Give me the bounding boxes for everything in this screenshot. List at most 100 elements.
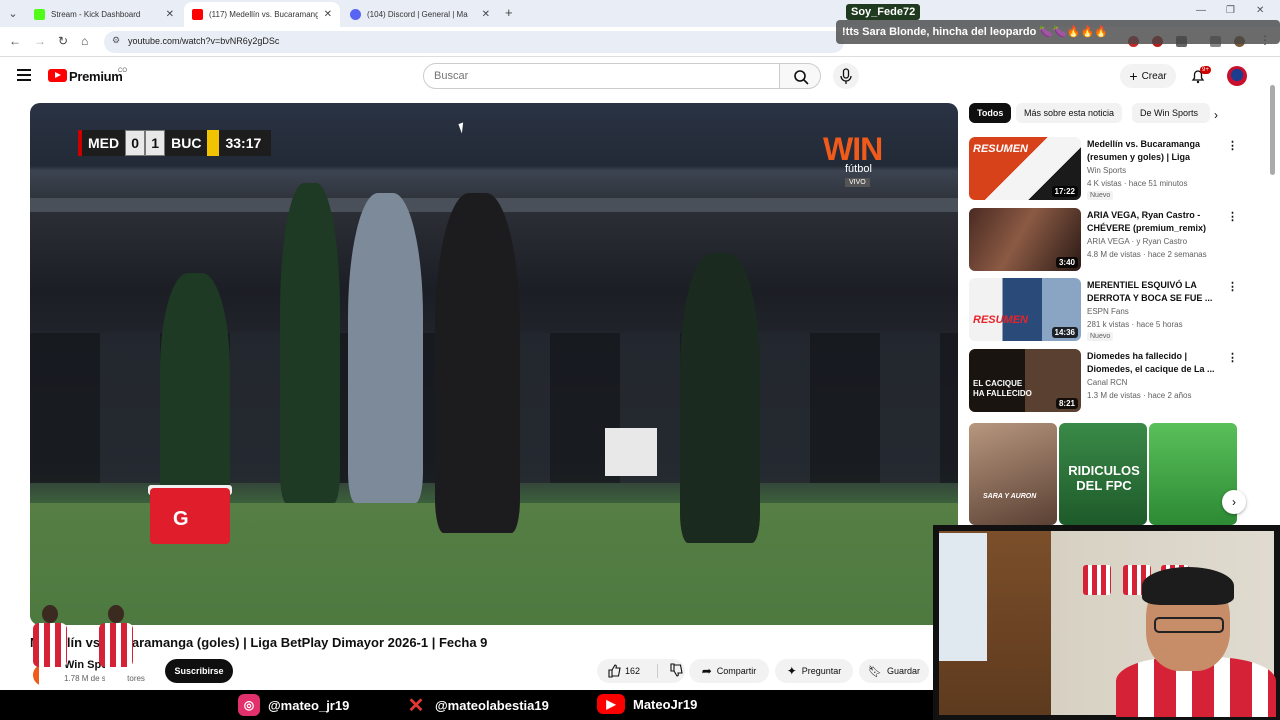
- account-avatar[interactable]: [1227, 66, 1247, 86]
- recommendation-item[interactable]: 3:40 ARIA VEGA, Ryan Castro - CHÉVERE (p…: [969, 208, 1259, 272]
- tab-discord[interactable]: (104) Discord | General | Ma ✕: [342, 2, 498, 27]
- match-clock: 33:17: [207, 130, 272, 156]
- recommendation-channel[interactable]: Canal RCN: [1087, 378, 1127, 387]
- staff-figure: [160, 273, 230, 518]
- create-button[interactable]: + Crear: [1120, 64, 1176, 88]
- player-figure: [31, 605, 69, 700]
- video-thumbnail[interactable]: 3:40: [969, 208, 1081, 271]
- reload-icon[interactable]: ↻: [58, 34, 68, 48]
- guide-menu-icon[interactable]: [17, 69, 31, 84]
- new-tab-icon[interactable]: +: [505, 5, 513, 20]
- recommendation-channel[interactable]: ARIA VEGA · y Ryan Castro: [1087, 237, 1187, 246]
- chevron-right-icon[interactable]: ›: [1214, 108, 1218, 122]
- close-tab-icon[interactable]: ✕: [324, 9, 332, 20]
- streamer-figure: [1116, 567, 1276, 717]
- new-badge: Nuevo: [1087, 191, 1114, 200]
- discord-favicon-icon: [350, 9, 361, 20]
- chip-todos[interactable]: Todos: [969, 103, 1012, 123]
- youtube-favicon-icon: [192, 9, 203, 20]
- tab-youtube-video[interactable]: (117) Medellín vs. Bucaramanga ✕: [184, 2, 340, 27]
- shorts-next-button[interactable]: ›: [1222, 490, 1246, 514]
- search-input[interactable]: [424, 64, 754, 88]
- divider: [657, 664, 659, 678]
- video-duration: 3:40: [1055, 257, 1078, 268]
- search-button[interactable]: [779, 63, 821, 89]
- youtube-logo-icon[interactable]: [48, 69, 67, 82]
- gatorade-cooler: [150, 488, 230, 544]
- tab-search-icon[interactable]: ⌄: [4, 5, 22, 23]
- thumbs-up-icon: [608, 664, 621, 678]
- recommendation-item[interactable]: EL CACIQUE HA FALLECIDO 8:21 Diomedes ha…: [969, 349, 1259, 413]
- short-thumbnail[interactable]: RIDICULOS DEL FPC: [1059, 423, 1147, 525]
- chat-message-overlay: !tts Sara Blonde, hincha del leopardo 🍆🍆…: [836, 20, 1280, 44]
- omnibox[interactable]: ⚙ youtube.com/watch?v=bvNR6y2gDSc: [104, 31, 844, 53]
- video-duration: 17:22: [1051, 186, 1078, 197]
- home-icon[interactable]: ⌂: [81, 34, 88, 48]
- recommendation-item[interactable]: RESUMEN 17:22 Medellín vs. Bucaramanga (…: [969, 137, 1259, 201]
- chip-mas-sobre-noticia[interactable]: Más sobre esta noticia: [1016, 103, 1123, 123]
- paper-sign: [605, 428, 657, 476]
- streamer-glasses: [1154, 617, 1224, 633]
- dislike-button[interactable]: [669, 663, 683, 679]
- close-tab-icon[interactable]: ✕: [166, 9, 174, 20]
- hanging-jersey: [1083, 565, 1111, 595]
- coach-figure: [435, 193, 520, 533]
- mouse-cursor-icon: [458, 122, 467, 134]
- video-duration: 8:21: [1055, 398, 1078, 409]
- away-team: BUC: [165, 130, 208, 156]
- recommendation-item[interactable]: RESUMEN 14:36 MERENTIEL ESQUIVÓ LA DERRO…: [969, 278, 1259, 342]
- recommendation-title[interactable]: MERENTIEL ESQUIVÓ LA DERROTA Y BOCA SE F…: [1087, 279, 1215, 305]
- youtube-premium-logo[interactable]: Premium: [69, 69, 123, 84]
- tab-title: Stream - Kick Dashboard: [51, 10, 141, 19]
- social-youtube: ▶ MateoJr19: [597, 694, 697, 714]
- save-label: Guardar: [886, 666, 920, 676]
- video-thumbnail[interactable]: EL CACIQUE HA FALLECIDO 8:21: [969, 349, 1081, 412]
- close-window-icon[interactable]: ✕: [1256, 5, 1264, 16]
- recommendation-title[interactable]: ARIA VEGA, Ryan Castro - CHÉVERE (premiu…: [1087, 209, 1215, 235]
- like-count: 162: [625, 666, 641, 676]
- tab-kick-dashboard[interactable]: Stream - Kick Dashboard ✕: [26, 2, 182, 27]
- share-icon: ➦: [701, 664, 712, 678]
- live-badge: VIVO: [845, 178, 870, 187]
- more-options-icon[interactable]: ⋮: [1227, 351, 1238, 364]
- recommendation-meta: 4.8 M de vistas · hace 2 semanas: [1087, 250, 1207, 259]
- recommendation-title[interactable]: Medellín vs. Bucaramanga (resumen y gole…: [1087, 138, 1215, 164]
- more-options-icon[interactable]: ⋮: [1227, 139, 1238, 152]
- like-button[interactable]: 162: [607, 664, 640, 678]
- maximize-icon[interactable]: ❐: [1226, 5, 1235, 16]
- search-icon: [794, 70, 809, 85]
- short-thumbnail[interactable]: SARA Y AURON: [969, 423, 1057, 525]
- chat-username: Soy_Fede72: [846, 4, 921, 20]
- tab-title: (104) Discord | General | Ma: [367, 10, 468, 19]
- close-tab-icon[interactable]: ✕: [482, 9, 490, 20]
- video-thumbnail[interactable]: RESUMEN 17:22: [969, 137, 1081, 200]
- scoreboard: MED 0 1 BUC 33:17: [78, 130, 272, 156]
- page-scrollbar[interactable]: [1270, 65, 1276, 525]
- tab-title: (117) Medellín vs. Bucaramanga: [209, 10, 318, 19]
- recommendation-title[interactable]: Diomedes ha fallecido | Diomedes, el cac…: [1087, 350, 1215, 376]
- chat-message-text: !tts Sara Blonde, hincha del leopardo 🍆🍆…: [842, 26, 1108, 38]
- back-icon[interactable]: ←: [9, 34, 21, 48]
- recommendation-channel[interactable]: Win Sports: [1087, 166, 1126, 175]
- recommendation-channel[interactable]: ESPN Fans: [1087, 307, 1129, 316]
- share-button[interactable]: ➦ Compartir: [689, 659, 769, 683]
- save-button[interactable]: 🔖︎ Guardar: [859, 659, 929, 683]
- more-options-icon[interactable]: ⋮: [1227, 210, 1238, 223]
- site-info-icon[interactable]: ⚙: [112, 35, 120, 46]
- video-duration: 14:36: [1051, 327, 1078, 338]
- short-text: SARA Y AURON: [983, 493, 1037, 500]
- minimize-icon[interactable]: —: [1196, 5, 1206, 16]
- forward-icon[interactable]: →: [34, 34, 46, 48]
- voice-search-button[interactable]: [833, 63, 859, 89]
- video-thumbnail[interactable]: RESUMEN 14:36: [969, 278, 1081, 341]
- ask-button[interactable]: ✦ Preguntar: [775, 659, 853, 683]
- streamer-hair: [1142, 567, 1234, 605]
- new-badge: Nuevo: [1087, 332, 1114, 341]
- social-instagram: ◎ @mateo_jr19: [238, 694, 349, 716]
- video-player[interactable]: G MED 0 1 BUC 33:17 WIN fútbol VIVO: [30, 103, 958, 625]
- subscribe-button[interactable]: Suscribirse: [165, 659, 233, 683]
- webcam-overlay: [933, 525, 1280, 720]
- youtube-icon: ▶: [597, 694, 625, 714]
- more-options-icon[interactable]: ⋮: [1227, 280, 1238, 293]
- chip-de-win-sports[interactable]: De Win Sports: [1132, 103, 1210, 123]
